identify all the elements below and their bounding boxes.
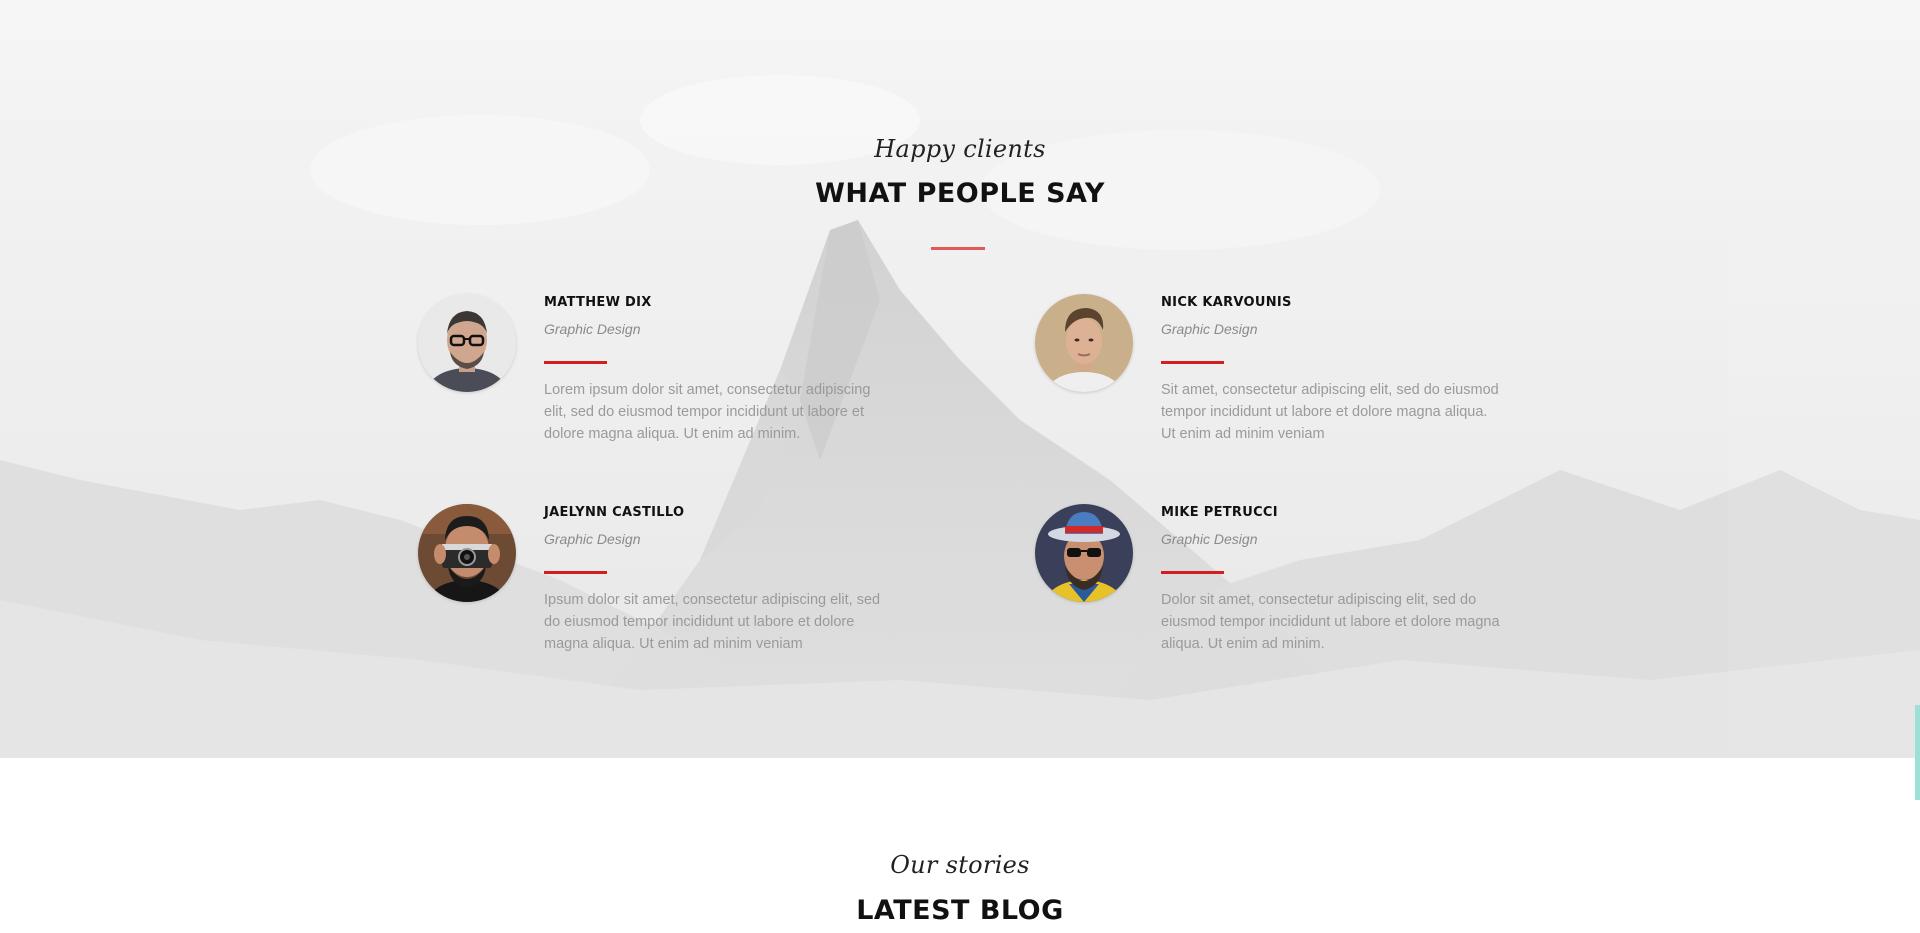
- blog-heading: LATEST BLOG: [0, 895, 1920, 926]
- testimonial-quote: Ipsum dolor sit amet, consectetur adipis…: [544, 592, 881, 652]
- client-name: JAELYNN CASTILLO: [544, 505, 685, 520]
- scrollbar-thumb[interactable]: [1915, 705, 1920, 800]
- client-role: Graphic Design: [544, 321, 641, 337]
- testimonial-quote: Dolor sit amet, consectetur adipiscing e…: [1161, 592, 1500, 652]
- testimonial-card: NICK KARVOUNIS Graphic Design Sit amet, …: [1035, 294, 1499, 494]
- testimonials-kicker: Happy clients: [0, 135, 1920, 163]
- testimonial-body: NICK KARVOUNIS Graphic Design Sit amet, …: [1161, 294, 1501, 445]
- testimonial-quote: Sit amet, consectetur adipiscing elit, s…: [1161, 382, 1499, 442]
- avatar-glasses-man-icon: [418, 294, 516, 392]
- kicker-text: Happy clients: [874, 135, 1046, 163]
- client-name: MIKE PETRUCCI: [1161, 505, 1278, 520]
- testimonial-body: MATTHEW DIX Graphic Design Lorem ipsum d…: [544, 294, 884, 445]
- avatar-hat-man-icon: [1035, 504, 1133, 602]
- blog-kicker-text: Our stories: [890, 851, 1030, 879]
- testimonials-heading: WHAT PEOPLE SAY: [0, 178, 1920, 209]
- client-role: Graphic Design: [1161, 321, 1258, 337]
- avatar-young-man-icon: [1035, 294, 1133, 392]
- avatar-camera-man-icon: [418, 504, 516, 602]
- testimonial-card: MIKE PETRUCCI Graphic Design Dolor sit a…: [1035, 504, 1500, 704]
- client-role: Graphic Design: [544, 531, 641, 547]
- client-role: Graphic Design: [1161, 531, 1258, 547]
- client-name: MATTHEW DIX: [544, 295, 652, 310]
- testimonial-body: JAELYNN CASTILLO Graphic Design Ipsum do…: [544, 504, 884, 655]
- testimonials-section: Happy clients WHAT PEOPLE SAY MATTHEW DI…: [0, 40, 1920, 758]
- blog-title: LATEST BLOG: [856, 895, 1064, 926]
- name-divider: [544, 361, 607, 364]
- testimonial-quote: Lorem ipsum dolor sit amet, consectetur …: [544, 382, 871, 442]
- testimonial-card: JAELYNN CASTILLO Graphic Design Ipsum do…: [418, 504, 880, 704]
- top-strip: [0, 0, 1920, 40]
- name-divider: [544, 571, 607, 574]
- blog-kicker: Our stories: [0, 851, 1920, 879]
- testimonial-card: MATTHEW DIX Graphic Design Lorem ipsum d…: [418, 294, 878, 494]
- blog-section: Our stories LATEST BLOG: [0, 758, 1920, 933]
- heading-divider: [931, 247, 985, 250]
- name-divider: [1161, 571, 1224, 574]
- testimonial-body: MIKE PETRUCCI Graphic Design Dolor sit a…: [1161, 504, 1501, 655]
- client-name: NICK KARVOUNIS: [1161, 295, 1292, 310]
- name-divider: [1161, 361, 1224, 364]
- section-title: WHAT PEOPLE SAY: [815, 178, 1105, 209]
